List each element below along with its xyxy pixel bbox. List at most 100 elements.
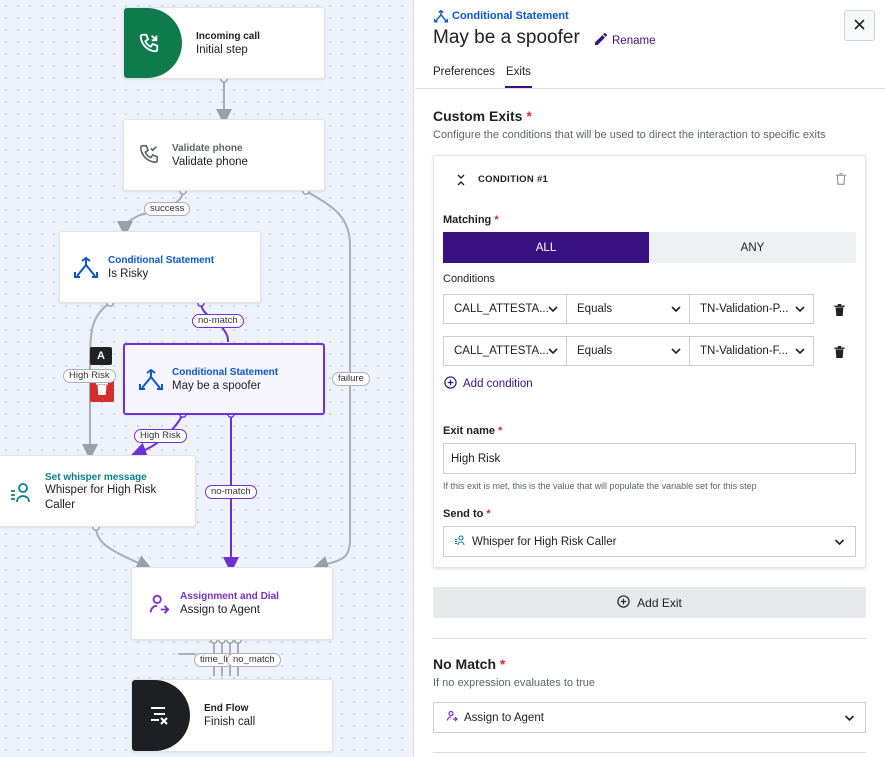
panel-title: May be a spoofer [433,27,580,48]
node-title: Conditional Statement [172,367,279,378]
send-to-label: Send to * [443,508,491,520]
condition-value-select[interactable]: TN-Validation-F... [689,336,814,366]
chevron-down-icon [795,346,805,359]
no-match-label: No Match [433,656,496,672]
panel-kind: Conditional Statement [452,10,569,22]
chevron-down-icon [795,304,805,317]
close-icon [854,18,865,33]
select-value: CALL_ATTESTA... [454,303,549,315]
branch-icon [74,256,98,282]
node-title: Assignment and Dial [180,591,279,602]
node-may-be-a-spoofer[interactable]: Conditional Statement May be a spoofer [123,343,325,415]
custom-exits-label: Custom Exits [433,108,523,124]
node-whisper[interactable]: Set whisper message Whisper for High Ris… [0,455,196,527]
edge-label-no-match: no-match [205,485,257,499]
node-subtitle: May be a spoofer [172,380,261,392]
node-subtitle: Finish call [204,716,256,728]
edge-label-failure: failure [332,372,370,386]
end-flow-icon [148,705,172,730]
node-subtitle: Is Risky [108,268,149,280]
send-to-label-text: Send to [443,508,484,520]
chevron-down-icon [671,304,681,317]
matching-any-button[interactable]: ANY [649,232,856,263]
edge-label-success: success [144,202,191,216]
select-value: TN-Validation-F... [700,345,788,357]
flow-canvas[interactable]: Incoming call Initial step Validate phon… [0,0,414,757]
edge-label-high-risk: High Risk [134,429,187,443]
edge-label-no-match: no_match [227,653,281,667]
node-title: Conditional Statement [108,255,215,266]
node-subtitle: Initial step [196,44,248,56]
agent-dial-icon [148,593,170,618]
exit-name-value: High Risk [451,452,501,465]
rename-button[interactable]: Rename [595,32,656,48]
tab-exits[interactable]: Exits [506,66,531,78]
node-title: Set whisper message [45,472,147,483]
node-title: End Flow [204,703,249,714]
matching-label-text: Matching [443,214,492,226]
trash-icon[interactable] [834,346,845,361]
whisper-icon [9,482,33,507]
section-divider [433,752,866,753]
send-to-select[interactable]: Whisper for High Risk Caller [443,526,856,557]
required-mark: * [526,108,532,124]
rename-label: Rename [612,34,656,47]
node-end-flow[interactable]: End Flow Finish call [131,679,333,752]
custom-exits-description: Configure the conditions that will be us… [433,129,826,141]
trash-icon [96,380,108,398]
node-subtitle: Validate phone [172,156,248,168]
section-divider [433,638,866,639]
tab-preferences[interactable]: Preferences [433,66,495,78]
matching-label: Matching * [443,214,499,226]
condition-field-select[interactable]: CALL_ATTESTA... [443,336,567,366]
pencil-icon [595,32,608,48]
node-subtitle: Whisper for High Risk [45,484,157,496]
node-subtitle: Assign to Agent [180,604,260,616]
node-is-risky[interactable]: Conditional Statement Is Risky [59,231,261,303]
node-subtitle-line-2: Caller [45,499,76,511]
no-match-select[interactable]: Assign to Agent [433,702,866,733]
matching-all-button[interactable]: ALL [443,232,649,263]
condition-card: CONDITION #1 Matching * ALL ANY Conditio… [433,155,866,568]
edge-label-stacked [178,653,196,655]
chevron-down-icon [548,304,558,317]
add-condition-button[interactable]: Add condition [444,376,533,392]
node-validate-phone[interactable]: Validate phone Validate phone [123,119,325,191]
condition-label: CONDITION #1 [478,174,549,185]
no-match-value: Assign to Agent [464,711,544,724]
condition-operator-select[interactable]: Equals [566,336,690,366]
custom-exits-heading: Custom Exits * [433,108,532,124]
trash-icon[interactable] [834,304,845,319]
delete-condition-icon[interactable] [836,173,846,188]
exit-name-field[interactable]: High Risk [443,443,856,474]
send-to-value: Whisper for High Risk Caller [472,535,617,548]
agent-dial-icon [446,710,458,725]
select-value: CALL_ATTESTA... [454,345,549,357]
annotate-button[interactable]: A [90,347,112,365]
conditions-label: Conditions [443,273,495,285]
condition-field-select[interactable]: CALL_ATTESTA... [443,294,567,324]
collapse-icon[interactable] [456,173,466,190]
condition-value-select[interactable]: TN-Validation-P... [689,294,814,324]
select-value: TN-Validation-P... [700,303,789,315]
edge-label-high-risk: High Risk [63,369,116,383]
select-value: Equals [577,303,613,315]
no-match-description: If no expression evaluates to true [433,677,596,689]
exit-name-label: Exit name * [443,425,503,437]
exit-name-label-text: Exit name [443,425,495,437]
properties-panel: Conditional Statement May be a spoofer R… [415,0,885,757]
add-condition-label: Add condition [463,378,533,390]
node-assign-to-agent[interactable]: Assignment and Dial Assign to Agent [131,567,333,640]
chevron-down-icon [548,346,558,359]
no-match-heading: No Match * [433,656,506,672]
condition-operator-select[interactable]: Equals [566,294,690,324]
add-exit-button[interactable]: Add Exit [433,587,866,618]
chevron-down-icon [834,537,845,550]
whisper-icon [454,534,466,549]
plus-circle-icon [444,376,457,392]
close-button[interactable] [844,10,875,41]
node-incoming-call[interactable]: Incoming call Initial step [123,7,325,79]
exit-name-help: If this exit is met, this is the value t… [443,481,757,491]
add-exit-label: Add Exit [637,595,682,610]
branch-icon [139,368,163,394]
